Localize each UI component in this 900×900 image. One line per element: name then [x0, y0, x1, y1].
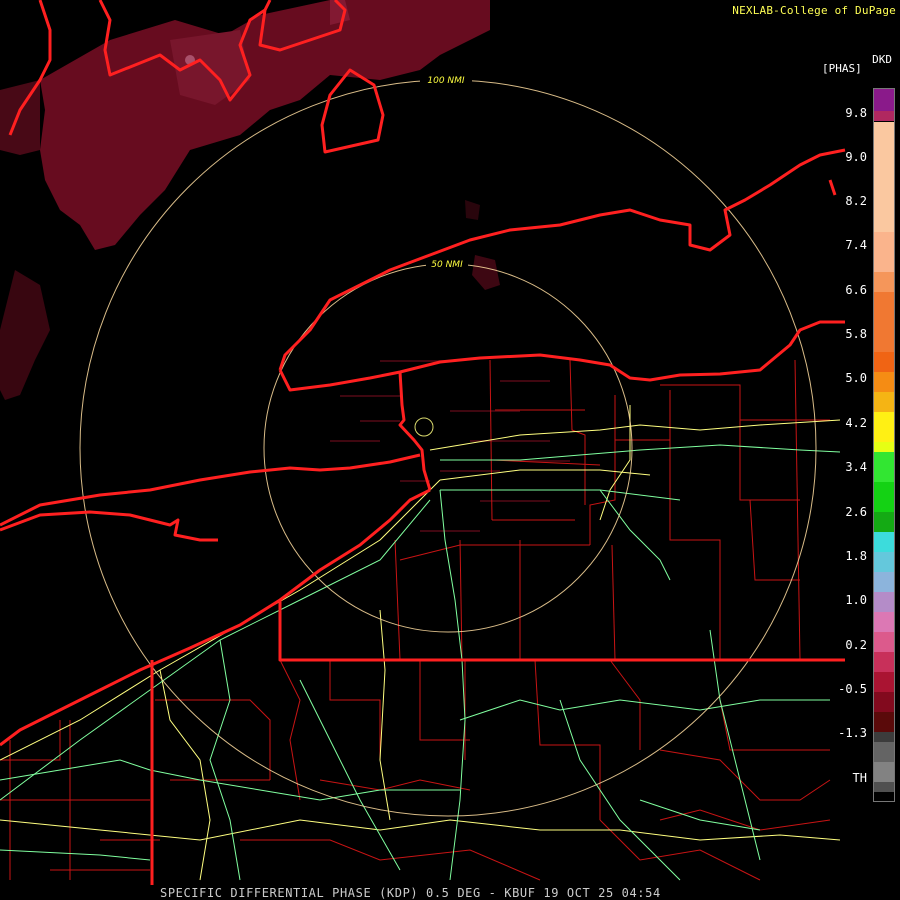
product-title: SPECIFIC DIFFERENTIAL PHASE (KDP) 0.5 DE…	[160, 886, 661, 900]
color-scale-swatch	[874, 442, 894, 452]
color-scale-tick: 7.4	[845, 238, 867, 252]
color-scale-tick: -0.5	[838, 682, 867, 696]
color-scale-tick: 5.0	[845, 371, 867, 385]
range-rings	[79, 79, 817, 817]
range-ring-50	[263, 263, 633, 633]
color-scale-swatch	[874, 392, 894, 412]
units-label: [PHAS]	[822, 62, 862, 75]
range-ring-label-50: 50 NMI	[431, 260, 463, 270]
color-scale-swatch	[874, 372, 894, 392]
county-borders	[0, 359, 831, 881]
highways	[0, 405, 841, 881]
credit-label: NEXLAB-College of DuPage	[732, 4, 896, 17]
color-scale-swatch	[874, 612, 894, 632]
color-scale-tick: 9.0	[845, 150, 867, 164]
color-scale-tick: 1.0	[845, 593, 867, 607]
color-scale-swatch	[874, 592, 894, 612]
color-scale-swatch	[874, 122, 894, 232]
color-scale-swatch	[874, 292, 894, 352]
color-scale-tick: 6.6	[845, 283, 867, 297]
color-scale-swatch	[874, 632, 894, 652]
precipitation-echoes	[0, 0, 500, 400]
color-scale-swatch	[874, 652, 894, 672]
color-scale-swatch	[874, 552, 894, 572]
color-scale-tick: 8.2	[845, 194, 867, 208]
color-scale-swatch	[874, 532, 894, 552]
color-scale-swatch	[874, 792, 894, 801]
radar-display: 100 NMI 50 NMI NEXLAB-College of DuPage …	[0, 0, 900, 900]
radar-map: 100 NMI 50 NMI	[0, 0, 846, 885]
color-scale-swatch	[874, 89, 894, 111]
color-scale-tick: 9.8	[845, 106, 867, 120]
color-scale-tick: 5.8	[845, 327, 867, 341]
color-scale-swatch	[874, 572, 894, 592]
color-scale-tick: TH	[852, 771, 867, 785]
color-scale-swatch	[874, 482, 894, 512]
color-scale-tick: 3.4	[845, 460, 867, 474]
color-scale-swatch	[874, 742, 894, 762]
color-scale-swatch	[874, 732, 894, 742]
color-scale-swatch	[874, 712, 894, 732]
color-scale-tick: 0.2	[845, 638, 867, 652]
color-scale-tick: 1.8	[845, 549, 867, 563]
product-code: DKD	[872, 53, 892, 66]
range-ring-label-100: 100 NMI	[427, 76, 465, 86]
color-scale-swatch	[874, 452, 894, 482]
color-scale-swatch	[874, 232, 894, 272]
color-scale-swatch	[874, 672, 894, 692]
color-scale-tick: 2.6	[845, 505, 867, 519]
color-scale-swatch	[874, 762, 894, 782]
color-scale-tick: 4.2	[845, 416, 867, 430]
color-scale-swatch	[874, 782, 894, 792]
clutter-speckle	[330, 360, 570, 532]
color-scale-swatch	[874, 272, 894, 292]
color-scale-swatch	[874, 692, 894, 712]
color-scale-swatch	[874, 512, 894, 532]
range-ring-100	[79, 79, 817, 817]
color-scale-swatch	[874, 111, 894, 121]
color-scale-tick: -1.3	[838, 726, 867, 740]
color-scale	[873, 88, 895, 802]
